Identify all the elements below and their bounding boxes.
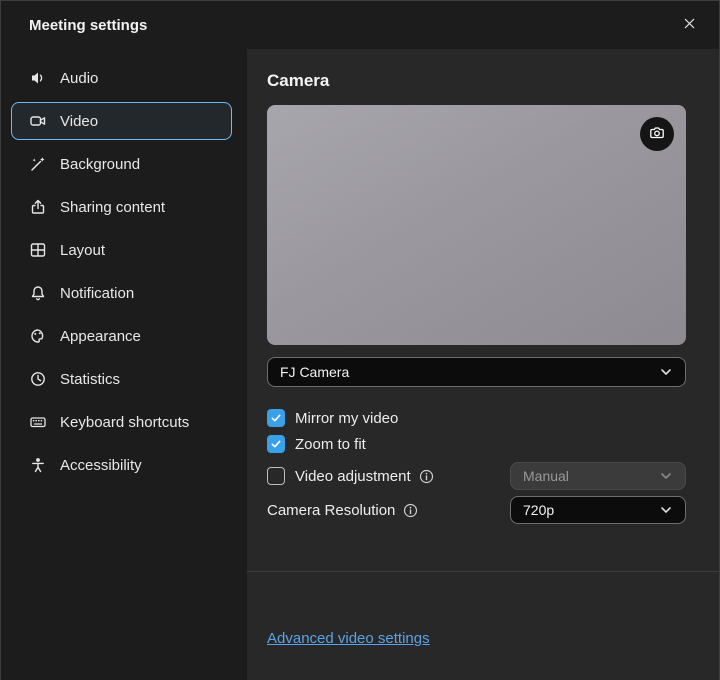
camera-resolution-info-icon[interactable] <box>403 503 418 518</box>
sidebar-item-label: Background <box>60 156 140 173</box>
section-title: Camera <box>267 71 686 91</box>
section-divider <box>247 571 719 572</box>
zoom-to-fit-row: Zoom to fit <box>267 431 686 457</box>
flip-camera-button[interactable] <box>640 117 674 151</box>
mirror-video-label: Mirror my video <box>295 410 398 427</box>
bell-icon <box>29 284 47 302</box>
sidebar-item-label: Statistics <box>60 371 120 388</box>
sidebar-item-background[interactable]: Background <box>11 145 232 183</box>
dialog-title: Meeting settings <box>29 17 147 34</box>
video-camera-icon <box>29 112 47 130</box>
zoom-to-fit-checkbox[interactable] <box>267 435 285 453</box>
video-adjustment-info-icon[interactable] <box>419 469 434 484</box>
person-icon <box>29 456 47 474</box>
close-icon <box>682 16 697 34</box>
sidebar-item-label: Accessibility <box>60 457 142 474</box>
sidebar-item-label: Notification <box>60 285 134 302</box>
video-adjustment-select-value: Manual <box>523 468 569 484</box>
chevron-down-icon <box>659 365 673 379</box>
video-adjustment-row: Video adjustment Manual <box>267 461 686 491</box>
settings-sidebar: Audio Video Background Sharing content L <box>1 49 247 680</box>
titlebar: Meeting settings <box>1 1 719 49</box>
camera-device-select[interactable]: FJ Camera <box>267 357 686 387</box>
camera-resolution-select[interactable]: 720p <box>510 496 686 524</box>
sidebar-item-label: Layout <box>60 242 105 259</box>
video-adjustment-label: Video adjustment <box>295 468 411 485</box>
sidebar-item-statistics[interactable]: Statistics <box>11 360 232 398</box>
camera-settings-panel: Camera FJ Camera Mirror my video <box>247 49 719 680</box>
sidebar-item-audio[interactable]: Audio <box>11 59 232 97</box>
clock-icon <box>29 370 47 388</box>
chevron-down-icon <box>659 503 673 517</box>
close-button[interactable] <box>673 9 705 41</box>
dialog-body: Audio Video Background Sharing content L <box>1 49 719 680</box>
sidebar-item-notification[interactable]: Notification <box>11 274 232 312</box>
sidebar-item-label: Video <box>60 113 98 130</box>
palette-icon <box>29 327 47 345</box>
camera-options: Mirror my video Zoom to fit Video adjust… <box>267 405 686 525</box>
camera-resolution-row: Camera Resolution 720p <box>267 495 686 525</box>
camera-device-value: FJ Camera <box>280 364 349 380</box>
sidebar-item-video[interactable]: Video <box>11 102 232 140</box>
magic-wand-icon <box>29 155 47 173</box>
camera-resolution-label: Camera Resolution <box>267 502 395 519</box>
mirror-video-row: Mirror my video <box>267 405 686 431</box>
speaker-icon <box>29 69 47 87</box>
sidebar-item-label: Sharing content <box>60 199 165 216</box>
zoom-to-fit-label: Zoom to fit <box>295 436 366 453</box>
sidebar-item-keyboard-shortcuts[interactable]: Keyboard shortcuts <box>11 403 232 441</box>
meeting-settings-dialog: { "window": { "title": "Meeting settings… <box>0 0 720 680</box>
grid-icon <box>29 241 47 259</box>
camera-preview <box>267 105 686 345</box>
chevron-down-icon <box>659 469 673 483</box>
sidebar-item-sharing-content[interactable]: Sharing content <box>11 188 232 226</box>
sidebar-item-layout[interactable]: Layout <box>11 231 232 269</box>
camera-resolution-select-value: 720p <box>523 502 554 518</box>
camera-flip-icon <box>648 124 666 145</box>
video-adjustment-select[interactable]: Manual <box>510 462 686 490</box>
sidebar-item-appearance[interactable]: Appearance <box>11 317 232 355</box>
sidebar-item-label: Keyboard shortcuts <box>60 414 189 431</box>
keyboard-icon <box>29 413 47 431</box>
sidebar-item-accessibility[interactable]: Accessibility <box>11 446 232 484</box>
mirror-video-checkbox[interactable] <box>267 409 285 427</box>
sidebar-item-label: Audio <box>60 70 98 87</box>
advanced-video-settings-link[interactable]: Advanced video settings <box>267 630 430 647</box>
share-icon <box>29 198 47 216</box>
sidebar-item-label: Appearance <box>60 328 141 345</box>
video-adjustment-checkbox[interactable] <box>267 467 285 485</box>
